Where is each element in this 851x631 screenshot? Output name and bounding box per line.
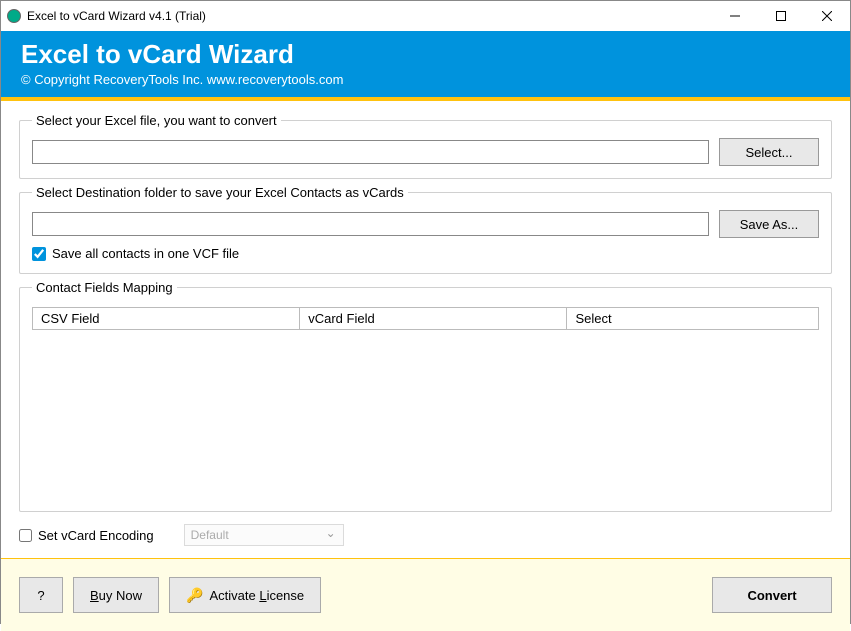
mapping-fieldset: Contact Fields Mapping CSV Field vCard F… bbox=[19, 280, 832, 512]
encoding-check-row[interactable]: Set vCard Encoding bbox=[19, 528, 154, 543]
header-banner: Excel to vCard Wizard © Copyright Recove… bbox=[1, 31, 850, 97]
convert-button[interactable]: Convert bbox=[712, 577, 832, 613]
source-fieldset: Select your Excel file, you want to conv… bbox=[19, 113, 832, 179]
maximize-button[interactable] bbox=[758, 1, 804, 31]
source-file-input[interactable] bbox=[32, 140, 709, 164]
minimize-button[interactable] bbox=[712, 1, 758, 31]
header-subtitle: © Copyright RecoveryTools Inc. www.recov… bbox=[21, 72, 830, 87]
select-file-button[interactable]: Select... bbox=[719, 138, 819, 166]
key-icon: 🔑 bbox=[186, 587, 203, 604]
mapping-col-csv[interactable]: CSV Field bbox=[33, 308, 300, 330]
mapping-col-vcard[interactable]: vCard Field bbox=[300, 308, 567, 330]
encoding-label: Set vCard Encoding bbox=[38, 528, 154, 543]
window-title: Excel to vCard Wizard v4.1 (Trial) bbox=[27, 9, 712, 23]
encoding-select: Default bbox=[184, 524, 344, 546]
activate-license-button[interactable]: 🔑 Activate License bbox=[169, 577, 321, 613]
mapping-legend: Contact Fields Mapping bbox=[32, 280, 177, 295]
encoding-checkbox[interactable] bbox=[19, 529, 32, 542]
save-all-one-file-checkbox[interactable] bbox=[32, 247, 46, 261]
save-all-one-file-label: Save all contacts in one VCF file bbox=[52, 246, 239, 261]
titlebar: Excel to vCard Wizard v4.1 (Trial) bbox=[1, 1, 850, 31]
close-button[interactable] bbox=[804, 1, 850, 31]
source-legend: Select your Excel file, you want to conv… bbox=[32, 113, 281, 128]
app-icon bbox=[7, 9, 21, 23]
encoding-row: Set vCard Encoding Default bbox=[1, 518, 850, 558]
mapping-col-select[interactable]: Select bbox=[567, 308, 819, 330]
header-title: Excel to vCard Wizard bbox=[21, 39, 830, 70]
destination-fieldset: Select Destination folder to save your E… bbox=[19, 185, 832, 274]
buy-now-button[interactable]: Buy Now bbox=[73, 577, 159, 613]
save-as-button[interactable]: Save As... bbox=[719, 210, 819, 238]
destination-legend: Select Destination folder to save your E… bbox=[32, 185, 408, 200]
help-button[interactable]: ? bbox=[19, 577, 63, 613]
mapping-header-row: CSV Field vCard Field Select bbox=[33, 308, 819, 330]
save-all-one-file-row[interactable]: Save all contacts in one VCF file bbox=[32, 246, 819, 261]
footer: ? Buy Now 🔑 Activate License Convert bbox=[1, 558, 850, 631]
window-controls bbox=[712, 1, 850, 31]
destination-folder-input[interactable] bbox=[32, 212, 709, 236]
mapping-table: CSV Field vCard Field Select bbox=[32, 307, 819, 330]
